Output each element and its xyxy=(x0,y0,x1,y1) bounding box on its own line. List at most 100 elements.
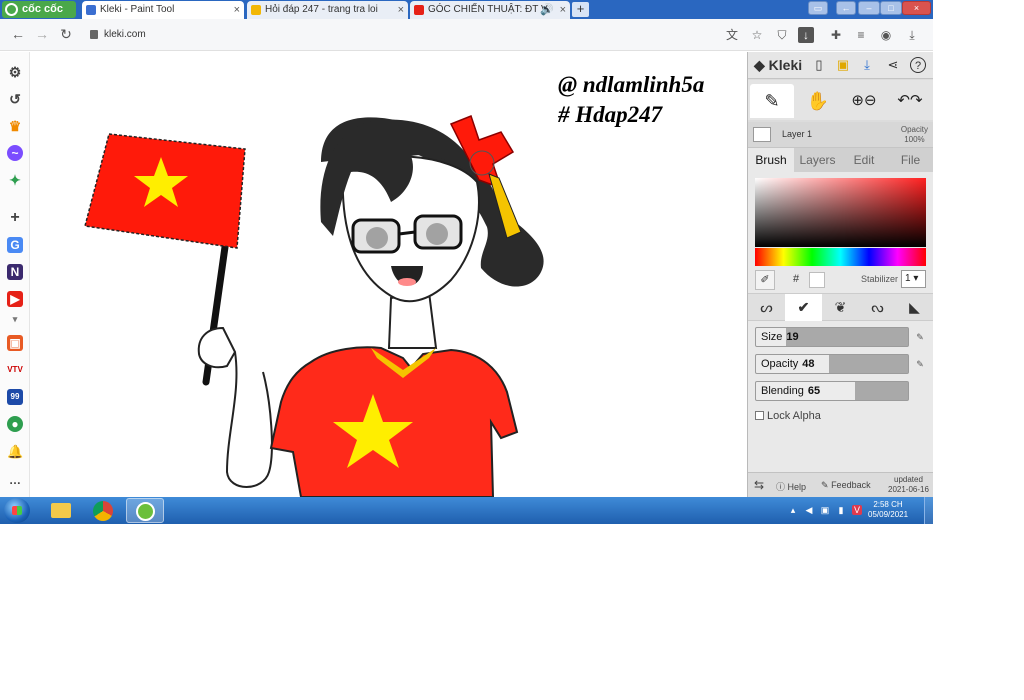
volume-icon[interactable]: ◀ xyxy=(804,505,814,515)
pixel-brush-icon[interactable]: ᔓ xyxy=(859,294,896,321)
clock-date: 05/09/2021 xyxy=(868,510,909,519)
tab-kleki[interactable]: Kleki - Paint Tool × xyxy=(82,1,244,19)
sidebar-panel-icon[interactable]: ≡ xyxy=(853,27,869,43)
help-link[interactable]: ⓘ Help xyxy=(776,480,806,493)
stabilizer-select[interactable]: 1 ▾ xyxy=(901,270,926,288)
blending-value: 65 xyxy=(807,385,821,397)
swap-panel-icon[interactable]: ⇆ xyxy=(754,478,764,492)
more-dots-icon[interactable]: … xyxy=(7,472,23,488)
pen-brush-icon[interactable]: ᔕ xyxy=(748,294,785,321)
taskbar-clock[interactable]: 2:58 CH 05/09/2021 xyxy=(868,500,908,520)
gamepad-icon[interactable]: ✦ xyxy=(7,172,23,188)
show-desktop-button[interactable] xyxy=(924,497,933,524)
current-color-swatch[interactable] xyxy=(809,272,825,288)
crown-icon[interactable]: ♛ xyxy=(7,118,23,134)
sketchy-brush-icon[interactable]: ❦ xyxy=(822,294,859,321)
forward-arrow-icon[interactable]: → xyxy=(33,26,51,42)
hue-slider[interactable] xyxy=(755,248,926,266)
coccoc-taskbar-button[interactable] xyxy=(126,498,164,523)
tab-hoidap247[interactable]: Hỏi đáp 247 - trang tra loi × xyxy=(247,1,408,19)
size-slider-text: Size 19 xyxy=(761,328,799,346)
close-tab-icon[interactable]: × xyxy=(234,1,240,19)
news-app-icon[interactable]: 99 xyxy=(7,389,23,405)
tongue xyxy=(398,278,416,286)
minimize-window-button[interactable]: – xyxy=(858,1,880,15)
blending-slider[interactable]: Blending 65 xyxy=(755,381,909,401)
reload-icon[interactable]: ↻ xyxy=(57,26,75,43)
settings-gear-icon[interactable]: ⚙ xyxy=(7,64,23,80)
size-label: Size xyxy=(761,331,783,343)
close-window-button[interactable]: × xyxy=(902,1,931,15)
tab-brush[interactable]: Brush xyxy=(748,148,794,172)
zoom-icon[interactable]: ⊕⊖ xyxy=(842,84,886,118)
profile-icon[interactable]: ◉ xyxy=(878,27,894,43)
size-slider[interactable]: Size 19 xyxy=(755,327,909,347)
reading-mode-icon[interactable]: ▭ xyxy=(808,1,828,15)
add-app-icon[interactable]: + xyxy=(7,210,23,226)
chrome-taskbar-button[interactable] xyxy=(84,498,122,523)
maximize-window-button[interactable]: □ xyxy=(880,1,902,15)
translate-icon[interactable]: 文 xyxy=(724,27,740,43)
tab-file[interactable]: File xyxy=(887,148,933,172)
shield-icon[interactable]: ⛉ xyxy=(774,27,790,43)
youtube-app-icon[interactable]: ▶ xyxy=(7,291,23,307)
close-tab-icon[interactable]: × xyxy=(398,1,404,19)
address-toolbar: ← → ↻ kleki.com 文 ☆ ⛉ ↓ ✚ ≡ ◉ ⤓ xyxy=(0,19,933,51)
messenger-icon[interactable]: ~ xyxy=(7,145,23,161)
history-icon[interactable]: ↺ xyxy=(7,91,23,107)
notion-app-icon[interactable]: N xyxy=(7,264,23,280)
tab-goc-chien-thuat[interactable]: GÓC CHIẾN THUẬT: ĐT V 🔊 × xyxy=(410,1,570,19)
tab-layers[interactable]: Layers xyxy=(794,148,841,172)
eyedropper-icon[interactable]: ✐ xyxy=(755,270,775,290)
translate-app-icon[interactable]: G xyxy=(7,237,23,253)
hand-tool-icon[interactable]: ✋ xyxy=(796,84,840,118)
vtv-app-icon[interactable]: VTV xyxy=(7,362,23,378)
feedback-link[interactable]: ✎ Feedback xyxy=(821,480,871,491)
pen-pressure-size-icon[interactable]: ✎ xyxy=(914,331,926,343)
lock-alpha-checkbox[interactable]: Lock Alpha xyxy=(755,410,821,422)
shopping-app-icon[interactable]: ▣ xyxy=(7,335,23,351)
new-image-icon[interactable]: ▯ xyxy=(811,57,827,73)
explorer-taskbar-button[interactable] xyxy=(42,498,80,523)
blend-brush-icon[interactable]: ✔ xyxy=(785,294,822,321)
back-window-icon[interactable]: ← xyxy=(836,1,856,15)
brush-tool-icon[interactable]: ✎ xyxy=(750,84,794,118)
close-tab-icon[interactable]: × xyxy=(560,1,566,19)
back-arrow-icon[interactable]: ← xyxy=(9,26,27,42)
drawing-canvas[interactable]: @ ndlamlinh5a # Hdap247 xyxy=(31,52,747,497)
opacity-slider[interactable]: Opacity 48 xyxy=(755,354,909,374)
tray-expand-icon[interactable]: ▴ xyxy=(788,505,798,515)
layer-row[interactable]: Layer 1 Opacity 100% xyxy=(748,122,933,148)
bookmark-star-icon[interactable]: ☆ xyxy=(749,27,765,43)
download-icon[interactable]: ⤓ xyxy=(859,57,875,73)
arm xyxy=(225,351,273,488)
url-input[interactable]: kleki.com xyxy=(86,24,716,46)
audio-playing-icon[interactable]: 🔊 xyxy=(540,1,554,19)
hex-input-button[interactable]: # xyxy=(786,270,806,290)
save-icon[interactable]: ▣ xyxy=(835,57,851,73)
updated-info: updated 2021-06-16 xyxy=(888,475,929,495)
extensions-puzzle-icon[interactable]: ✚ xyxy=(828,27,844,43)
chevron-down-icon[interactable]: ▾ xyxy=(7,311,23,327)
opacity-label: Opacity xyxy=(761,358,799,370)
color-picker-area[interactable] xyxy=(755,178,926,247)
coccoc-menu-button[interactable]: cốc cốc xyxy=(2,1,76,18)
share-icon[interactable]: ⋖ xyxy=(885,57,901,73)
tray-app-icon[interactable]: ▣ xyxy=(820,505,830,515)
help-icon[interactable]: ? xyxy=(910,57,926,73)
kleki-tool-panel: ◆ Kleki ▯ ▣ ⤓ ⋖ ? ✎ ✋ ⊕⊖ ↶↷ Layer 1 Opac… xyxy=(747,52,933,497)
sports-app-icon[interactable]: ● xyxy=(7,416,23,432)
download-ext-icon[interactable]: ↓ xyxy=(798,27,814,43)
downloads-icon[interactable]: ⤓ xyxy=(904,27,920,43)
pen-pressure-opacity-icon[interactable]: ✎ xyxy=(914,358,926,370)
new-tab-button[interactable]: + xyxy=(572,2,589,17)
vpn-tray-icon[interactable]: V xyxy=(852,505,862,515)
tab-edit[interactable]: Edit xyxy=(841,148,887,172)
eraser-icon[interactable]: ◣ xyxy=(896,294,933,321)
watermark-tag: # Hdap247 xyxy=(558,102,663,127)
undo-redo-icon[interactable]: ↶↷ xyxy=(888,84,932,118)
chrome-icon xyxy=(93,501,113,521)
network-icon[interactable]: ▮ xyxy=(836,505,846,515)
bell-icon[interactable]: 🔔 xyxy=(7,444,23,460)
start-button[interactable] xyxy=(4,498,30,523)
